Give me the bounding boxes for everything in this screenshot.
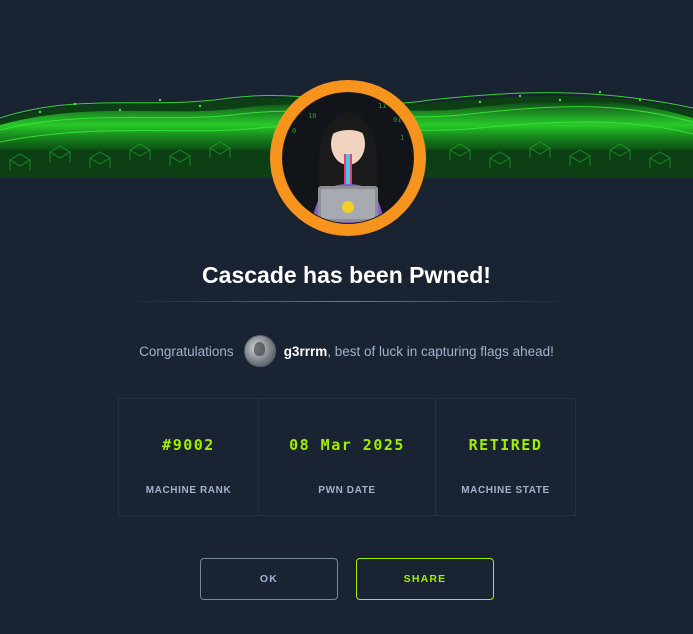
stat-value: RETIRED xyxy=(468,436,543,454)
svg-text:10: 10 xyxy=(308,112,316,120)
stats-panel: #9002 MACHINE RANK 08 Mar 2025 PWN DATE … xyxy=(118,398,576,516)
ok-button[interactable]: OK xyxy=(200,558,338,600)
congrats-prefix: Congratulations xyxy=(139,343,234,359)
stat-label: MACHINE STATE xyxy=(461,485,550,496)
svg-text:0: 0 xyxy=(292,127,296,135)
stat-machine-state: RETIRED MACHINE STATE xyxy=(436,399,575,515)
stat-machine-rank: #9002 MACHINE RANK xyxy=(119,399,259,515)
stat-value: #9002 xyxy=(162,436,215,454)
title-divider xyxy=(126,301,568,302)
stat-value: 08 Mar 2025 xyxy=(289,436,405,454)
svg-text:1: 1 xyxy=(400,134,404,142)
stat-pwn-date: 08 Mar 2025 PWN DATE xyxy=(259,399,436,515)
congrats-message: Congratulations g3rrrm , best of luck in… xyxy=(0,334,693,368)
user-avatar-icon[interactable] xyxy=(243,335,276,367)
share-button[interactable]: SHARE xyxy=(356,558,494,600)
page-title: Cascade has been Pwned! xyxy=(202,262,491,288)
stat-label: PWN DATE xyxy=(318,485,376,496)
username[interactable]: g3rrrm xyxy=(284,344,328,359)
stat-label: MACHINE RANK xyxy=(145,485,232,496)
pwned-modal: 0110 1101 01 Cascade has been Pwned! Con… xyxy=(0,0,693,634)
machine-avatar-icon: 0110 1101 01 xyxy=(268,78,428,238)
congrats-suffix: , best of luck in capturing flags ahead! xyxy=(327,343,554,359)
